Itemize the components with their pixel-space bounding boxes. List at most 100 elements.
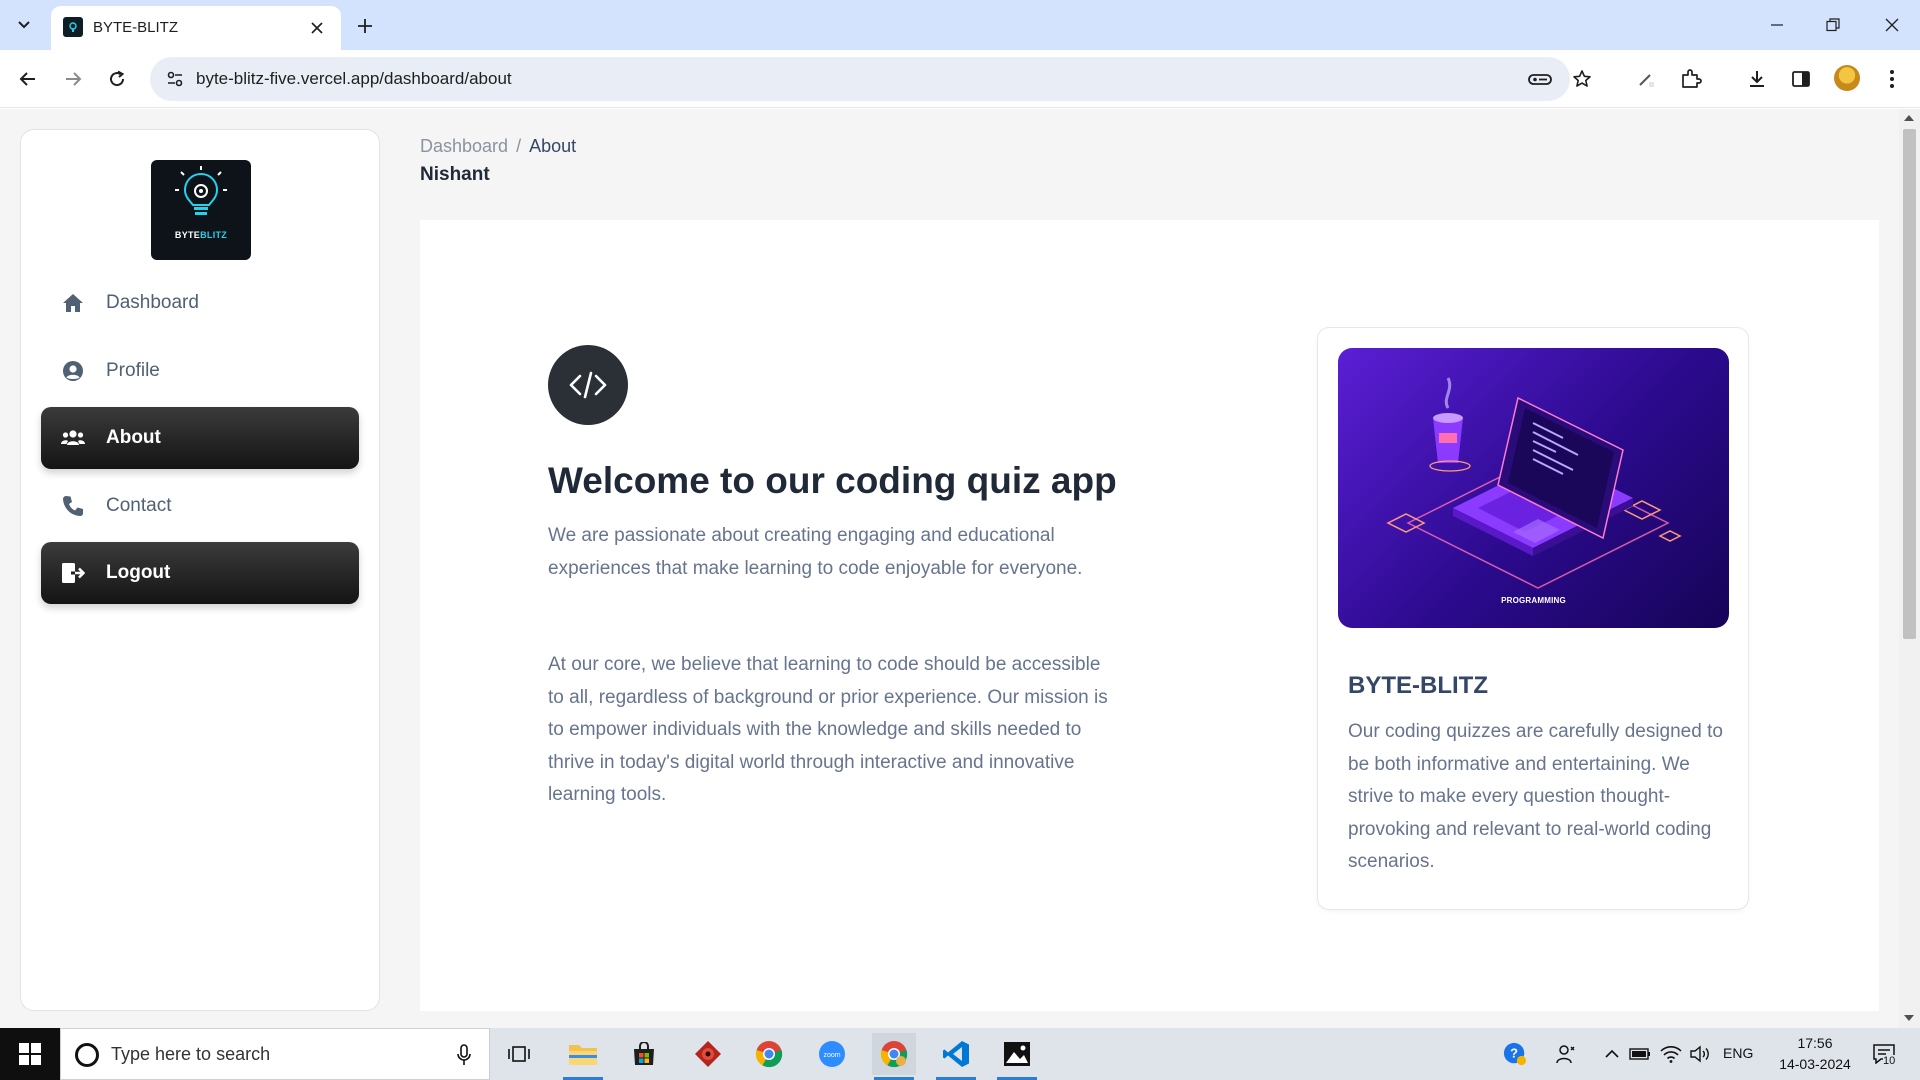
scroll-up-arrow-icon[interactable] [1904, 115, 1914, 121]
reload-icon [110, 70, 125, 87]
chrome-icon [880, 1041, 908, 1068]
breadcrumb-current: About [529, 136, 577, 156]
cortana-icon [75, 1043, 99, 1067]
sidebar-item-label: Contact [106, 495, 172, 516]
taskbar-search-box[interactable]: Type here to search [60, 1028, 490, 1080]
close-icon [311, 22, 323, 34]
users-icon [61, 426, 85, 450]
game-app[interactable] [686, 1033, 730, 1075]
battery-icon[interactable] [1628, 1042, 1652, 1066]
file-explorer-app[interactable] [561, 1033, 605, 1080]
url-text: byte-blitz-five.vercel.app/dashboard/abo… [196, 69, 512, 88]
taskbar: Type here to search zoom ? ENG 17:56 14-… [0, 1028, 1920, 1080]
restore-icon [1826, 18, 1840, 32]
chevron-up-icon[interactable] [1600, 1042, 1624, 1066]
sidebar-item-logout[interactable]: Logout [41, 542, 359, 604]
star-icon[interactable] [1570, 68, 1594, 90]
sidebar-item-label: Profile [106, 360, 160, 381]
taskbar-search-placeholder: Type here to search [111, 1044, 271, 1064]
clock-time: 17:56 [1797, 1035, 1833, 1051]
address-bar[interactable]: byte-blitz-five.vercel.app/dashboard/abo… [150, 57, 1591, 101]
svg-text:?: ? [1510, 1046, 1518, 1061]
more-vert-icon[interactable] [1878, 65, 1906, 93]
info-card: PROGRAMMING BYTE-BLITZ Our coding quizze… [1317, 327, 1749, 910]
page-scrollbar[interactable] [1899, 109, 1920, 1028]
chrome-app[interactable] [747, 1033, 791, 1075]
task-view-icon [508, 1046, 530, 1062]
sidebar-item-label: Logout [106, 562, 171, 583]
about-paragraph: At our core, we believe that learning to… [548, 654, 1108, 805]
code-icon [548, 345, 628, 425]
profile-avatar[interactable] [1834, 65, 1860, 91]
plus-icon [358, 19, 372, 33]
home-icon [61, 291, 85, 315]
task-view-button[interactable] [497, 1033, 541, 1075]
vscode-app[interactable] [934, 1033, 978, 1080]
page-title: Nishant [420, 164, 490, 185]
lightbulb-gear-icon [175, 166, 227, 215]
browser-toolbar: byte-blitz-five.vercel.app/dashboard/abo… [0, 50, 1920, 108]
sidebar-item-about[interactable]: About [41, 407, 359, 469]
browser-tab[interactable]: BYTE-BLITZ [51, 6, 341, 50]
chrome-icon [755, 1041, 783, 1068]
reload-button[interactable] [102, 64, 132, 94]
programming-illustration: PROGRAMMING [1338, 348, 1729, 628]
extension-icon[interactable] [1677, 65, 1705, 93]
notification-count: 10 [1883, 1055, 1896, 1067]
photos-icon [1004, 1042, 1030, 1066]
sidebar-item-label: Dashboard [106, 292, 199, 313]
scroll-down-arrow-icon[interactable] [1904, 1015, 1914, 1021]
windows-logo-icon [19, 1043, 41, 1065]
scroll-thumb[interactable] [1903, 129, 1916, 639]
restore-button[interactable] [1813, 10, 1853, 40]
tab-close-button[interactable] [307, 18, 327, 38]
logout-icon [61, 561, 85, 585]
vscode-icon [943, 1041, 969, 1067]
sidebar-item-profile[interactable]: Profile [41, 340, 359, 402]
logo-text: BYTEBLITZ [174, 230, 228, 240]
password-key-icon[interactable] [1528, 68, 1552, 90]
image-caption: PROGRAMMING [1501, 596, 1566, 605]
folder-icon [569, 1045, 597, 1065]
start-button[interactable] [0, 1028, 60, 1080]
game-icon [695, 1041, 721, 1067]
help-icon[interactable]: ? [1503, 1042, 1527, 1066]
site-info-icon[interactable] [164, 68, 186, 90]
zoom-app[interactable]: zoom [810, 1033, 854, 1075]
about-heading: Welcome to our coding quiz app [548, 460, 1117, 501]
photos-app[interactable] [995, 1033, 1039, 1080]
new-tab-button[interactable] [352, 13, 378, 39]
microphone-icon[interactable] [453, 1043, 475, 1067]
minimize-icon [1771, 24, 1783, 26]
volume-icon[interactable] [1689, 1042, 1713, 1066]
sidebar-item-contact[interactable]: Contact [41, 475, 359, 537]
close-window-button[interactable] [1872, 10, 1912, 40]
card-title: BYTE-BLITZ [1348, 672, 1488, 699]
phone-icon [61, 494, 85, 518]
back-icon [19, 72, 35, 86]
language-indicator[interactable]: ENG [1723, 1045, 1753, 1061]
breadcrumb-separator: / [516, 136, 522, 156]
sidebar-item-dashboard[interactable]: Dashboard [41, 272, 359, 334]
page-viewport: BYTEBLITZ Dashboard Profile About Contac… [0, 109, 1920, 1028]
people-icon[interactable] [1555, 1042, 1579, 1066]
microsoft-store-app[interactable] [622, 1033, 666, 1075]
svg-text:zoom: zoom [823, 1052, 840, 1059]
edit-extension-icon[interactable] [1632, 65, 1660, 93]
side-panel-icon[interactable] [1787, 65, 1815, 93]
card-description: Our coding quizzes are carefully designe… [1348, 721, 1723, 872]
clock-date: 14-03-2024 [1779, 1056, 1851, 1072]
forward-button[interactable] [58, 64, 88, 94]
download-icon[interactable] [1743, 65, 1771, 93]
tab-search-button[interactable] [10, 12, 38, 38]
chrome-active-app[interactable] [872, 1033, 916, 1080]
minimize-button[interactable] [1757, 10, 1797, 40]
wifi-icon[interactable] [1659, 1042, 1683, 1066]
back-button[interactable] [13, 64, 43, 94]
breadcrumb-link-dashboard[interactable]: Dashboard [420, 136, 508, 156]
forward-icon [66, 72, 82, 86]
user-circle-icon [61, 359, 85, 383]
sidebar-item-label: About [106, 427, 161, 448]
clock[interactable]: 17:56 14-03-2024 [1770, 1033, 1860, 1075]
app-logo[interactable]: BYTEBLITZ [151, 160, 251, 260]
